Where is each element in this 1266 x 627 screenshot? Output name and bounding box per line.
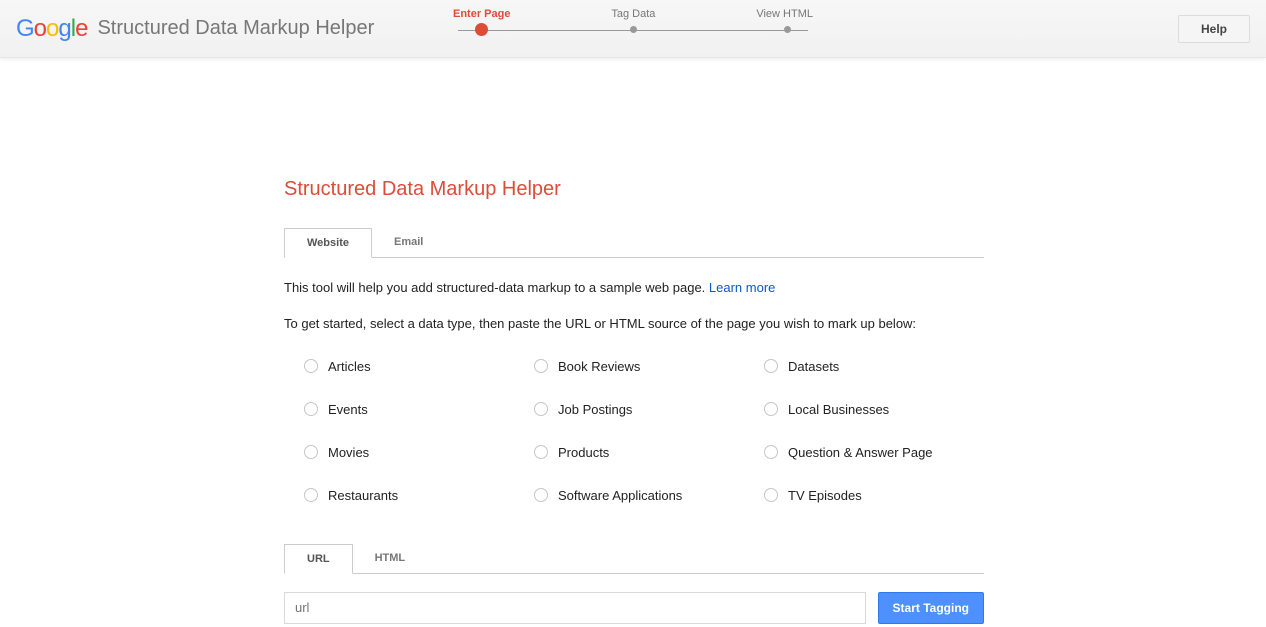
input-tabs: URL HTML: [284, 543, 984, 574]
radio-qa-page[interactable]: Question & Answer Page: [764, 445, 984, 460]
step-view-html: View HTML: [756, 8, 813, 20]
radio-label: TV Episodes: [788, 488, 862, 503]
radio-icon: [534, 402, 548, 416]
radio-icon: [764, 488, 778, 502]
instruction-text: To get started, select a data type, then…: [284, 316, 984, 331]
start-tagging-button[interactable]: Start Tagging: [878, 592, 984, 624]
radio-icon: [534, 488, 548, 502]
radio-label: Software Applications: [558, 488, 682, 503]
radio-label: Articles: [328, 359, 371, 374]
stepper-dot-2: [630, 26, 637, 33]
page-title: Structured Data Markup Helper: [284, 178, 984, 201]
radio-icon: [304, 488, 318, 502]
step-enter-page: Enter Page: [453, 8, 510, 20]
radio-label: Movies: [328, 445, 369, 460]
radio-icon: [304, 402, 318, 416]
radio-movies[interactable]: Movies: [304, 445, 524, 460]
app-header: Google Structured Data Markup Helper Ent…: [0, 0, 1266, 58]
data-types-grid: Articles Book Reviews Datasets Events Jo…: [284, 359, 984, 503]
radio-label: Question & Answer Page: [788, 445, 933, 460]
radio-icon: [304, 359, 318, 373]
url-input[interactable]: [284, 592, 866, 624]
radio-tv-episodes[interactable]: TV Episodes: [764, 488, 984, 503]
radio-label: Datasets: [788, 359, 839, 374]
radio-icon: [764, 359, 778, 373]
radio-label: Job Postings: [558, 402, 632, 417]
tab-email[interactable]: Email: [372, 228, 445, 258]
app-title: Structured Data Markup Helper: [97, 17, 374, 40]
radio-icon: [304, 445, 318, 459]
radio-label: Events: [328, 402, 368, 417]
progress-stepper: Enter Page Tag Data View HTML: [453, 8, 813, 36]
description-span: This tool will help you add structured-d…: [284, 280, 709, 295]
radio-label: Restaurants: [328, 488, 398, 503]
radio-job-postings[interactable]: Job Postings: [534, 402, 754, 417]
radio-icon: [534, 445, 548, 459]
input-row: Start Tagging: [284, 592, 984, 624]
source-tabs: Website Email: [284, 227, 984, 258]
radio-icon: [764, 402, 778, 416]
radio-icon: [534, 359, 548, 373]
main-content: Structured Data Markup Helper Website Em…: [284, 178, 984, 624]
tab-url[interactable]: URL: [284, 544, 353, 574]
radio-book-reviews[interactable]: Book Reviews: [534, 359, 754, 374]
radio-articles[interactable]: Articles: [304, 359, 524, 374]
description-text: This tool will help you add structured-d…: [284, 278, 984, 298]
radio-products[interactable]: Products: [534, 445, 754, 460]
radio-local-businesses[interactable]: Local Businesses: [764, 402, 984, 417]
tab-website[interactable]: Website: [284, 228, 372, 258]
radio-datasets[interactable]: Datasets: [764, 359, 984, 374]
radio-label: Products: [558, 445, 609, 460]
help-button[interactable]: Help: [1178, 15, 1250, 43]
stepper-dot-3: [784, 26, 791, 33]
tab-html[interactable]: HTML: [353, 544, 428, 574]
radio-events[interactable]: Events: [304, 402, 524, 417]
radio-software-applications[interactable]: Software Applications: [534, 488, 754, 503]
google-logo: Google: [16, 15, 87, 43]
learn-more-link[interactable]: Learn more: [709, 280, 775, 295]
radio-icon: [764, 445, 778, 459]
step-tag-data: Tag Data: [611, 8, 655, 20]
radio-restaurants[interactable]: Restaurants: [304, 488, 524, 503]
stepper-dot-1: [475, 23, 488, 36]
radio-label: Local Businesses: [788, 402, 889, 417]
radio-label: Book Reviews: [558, 359, 640, 374]
logo-area: Google Structured Data Markup Helper: [16, 15, 374, 43]
